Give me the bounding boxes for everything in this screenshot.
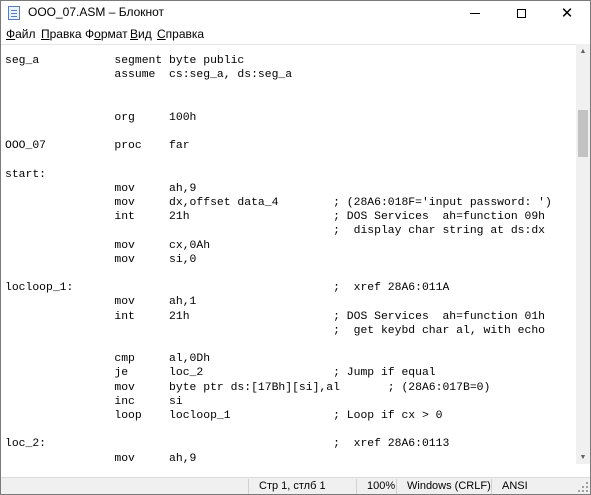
- menu-help[interactable]: Справка: [157, 27, 204, 41]
- status-divider: [396, 479, 397, 494]
- close-icon: ✕: [560, 3, 574, 22]
- status-line-endings: Windows (CRLF): [407, 480, 491, 492]
- menu-edit[interactable]: Правка: [41, 27, 82, 41]
- status-divider: [248, 479, 249, 494]
- status-divider: [356, 479, 357, 494]
- editor-bottom-gap: [1, 464, 590, 477]
- notepad-icon: [8, 6, 20, 20]
- scroll-down-icon[interactable]: ▼: [576, 450, 590, 464]
- menu-bar: Файл Правка Формат Вид Справка: [1, 25, 590, 43]
- close-button[interactable]: ✕: [544, 1, 590, 25]
- resize-grip-icon[interactable]: [578, 482, 588, 492]
- status-encoding: ANSI: [502, 480, 528, 492]
- maximize-button[interactable]: [498, 1, 544, 25]
- scroll-thumb[interactable]: [578, 110, 588, 157]
- scroll-up-icon[interactable]: ▲: [576, 44, 590, 58]
- status-bar: Стр 1, стлб 1 100% Windows (CRLF) ANSI: [1, 477, 590, 494]
- menu-file[interactable]: Файл: [6, 27, 36, 41]
- menu-format[interactable]: Формат: [85, 27, 128, 41]
- notepad-window: OOO_07.ASM – Блокнот ✕ Файл Правка Форма…: [0, 0, 591, 495]
- editor-content[interactable]: seg_a segment byte public assume cs:seg_…: [5, 54, 552, 465]
- minimize-button[interactable]: [452, 1, 498, 25]
- menu-view[interactable]: Вид: [130, 27, 152, 41]
- text-editor[interactable]: seg_a segment byte public assume cs:seg_…: [1, 44, 576, 465]
- title-bar[interactable]: OOO_07.ASM – Блокнот ✕: [1, 1, 590, 25]
- status-zoom: 100%: [367, 480, 396, 492]
- status-divider: [491, 479, 492, 494]
- vertical-scrollbar[interactable]: ▲ ▼: [576, 44, 590, 464]
- status-position: Стр 1, стлб 1: [259, 480, 326, 492]
- window-title: OOO_07.ASM – Блокнот: [28, 5, 165, 19]
- minimize-icon: [470, 12, 480, 14]
- maximize-icon: [516, 8, 526, 18]
